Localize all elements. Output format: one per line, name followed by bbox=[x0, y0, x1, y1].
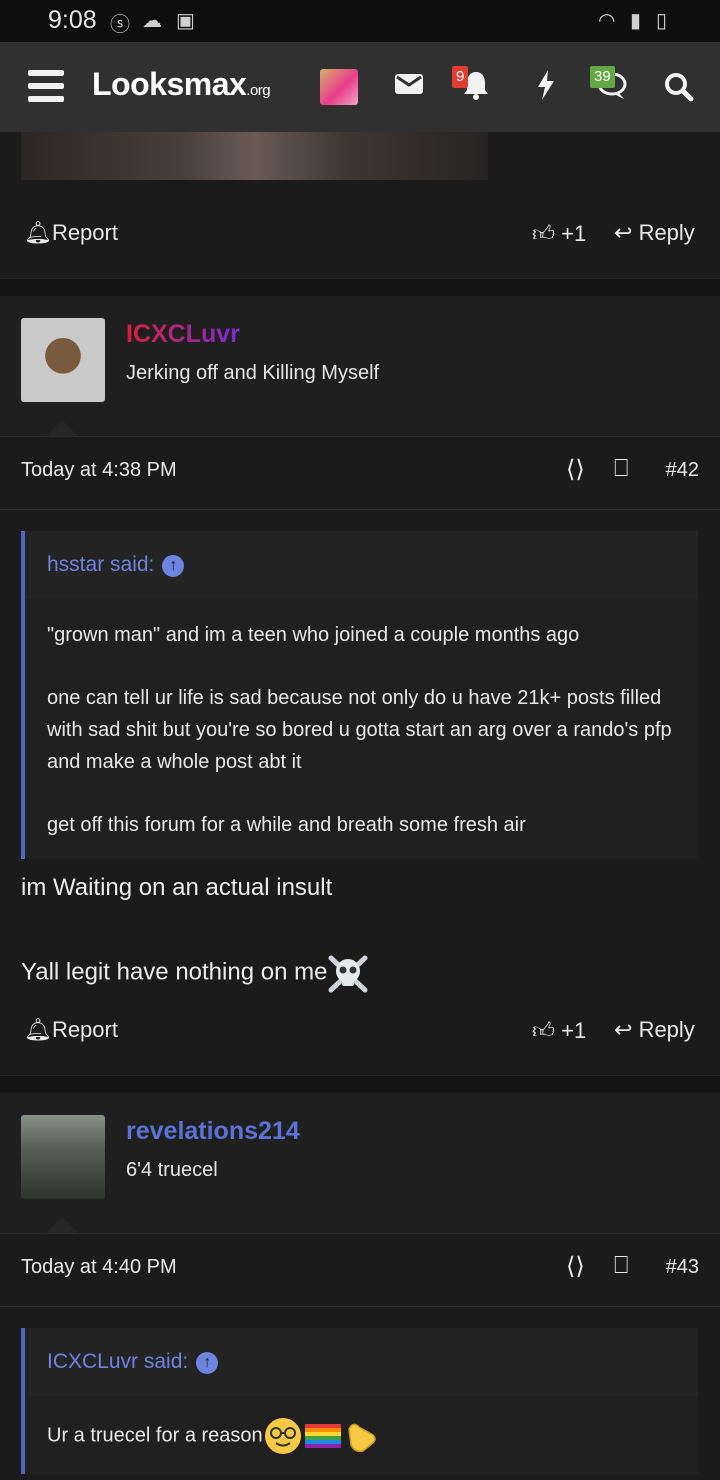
reply-button[interactable]: ↩ Reply bbox=[614, 220, 695, 246]
like-button[interactable]: 👍︎ +1 bbox=[532, 1017, 586, 1044]
alerts-badge: 9 bbox=[452, 66, 469, 88]
quote-paragraph: get off this forum for a while and breat… bbox=[47, 814, 526, 836]
envelope-icon[interactable] bbox=[394, 72, 424, 96]
user-notch bbox=[46, 420, 78, 436]
quote-paragraph-with-emoji: Ur a truecel for a reason bbox=[47, 1416, 676, 1456]
thumbs-up-icon: 👍︎ bbox=[532, 1018, 555, 1043]
post-number[interactable]: #42 bbox=[666, 459, 699, 482]
status-time: 9:08 bbox=[48, 6, 97, 34]
site-logo[interactable]: Looksmax.org bbox=[92, 66, 271, 103]
share-icon[interactable]: ⟨⟩ bbox=[566, 455, 585, 484]
search-icon[interactable] bbox=[664, 72, 694, 102]
account-avatar[interactable] bbox=[320, 69, 358, 105]
report-button[interactable]: 🔔︎Report bbox=[24, 1017, 118, 1043]
bookmark-icon[interactable]: ⎕ bbox=[614, 1252, 628, 1280]
hamburger-icon[interactable] bbox=[28, 70, 64, 102]
post-separator bbox=[0, 278, 720, 296]
weather-icon: ☁ bbox=[142, 10, 162, 32]
post-meta: Today at 4:38 PM ⟨⟩ ⎕ #42 bbox=[0, 436, 720, 510]
data-saver-icon: ⓢ bbox=[110, 14, 130, 36]
jump-up-icon[interactable]: ↑ bbox=[162, 555, 185, 577]
username[interactable]: ICXCLuvr bbox=[126, 320, 240, 349]
quote-header: hsstar said: ↑ bbox=[25, 531, 698, 599]
signal-icon: ▮ bbox=[630, 10, 642, 32]
gallery-icon: ▣ bbox=[176, 10, 195, 32]
post-image[interactable] bbox=[21, 132, 488, 180]
conversations-badge: 39 bbox=[590, 66, 615, 88]
wifi-icon: ◠ bbox=[598, 10, 616, 32]
quote-paragraph: one can tell ur life is sad because not … bbox=[47, 687, 672, 773]
post-actions: 🔔︎Report 👍︎ +1 ↩ Reply bbox=[0, 220, 720, 260]
share-icon[interactable]: ⟨⟩ bbox=[566, 1252, 585, 1281]
post-number[interactable]: #43 bbox=[666, 1256, 699, 1279]
user-title: 6'4 truecel bbox=[126, 1159, 218, 1181]
post-user-block: ICXCLuvr Jerking off and Killing Myself bbox=[0, 296, 720, 436]
quote-paragraph: "grown man" and im a teen who joined a c… bbox=[47, 624, 580, 646]
quote-block: hsstar said: ↑ "grown man" and im a teen … bbox=[21, 531, 698, 859]
post-date[interactable]: Today at 4:38 PM bbox=[21, 459, 177, 482]
skull-emoji bbox=[328, 955, 368, 993]
report-button[interactable]: 🔔︎Report bbox=[24, 220, 118, 246]
bookmark-icon[interactable]: ⎕ bbox=[614, 455, 628, 483]
message-line-with-emoji: Yall legit have nothing on me bbox=[21, 952, 369, 994]
quote-block: ICXCLuvr said: ↑ Ur a truecel for a reaso… bbox=[21, 1328, 698, 1474]
quote-body: "grown man" and im a teen who joined a c… bbox=[25, 599, 698, 859]
reply-icon: ↩ bbox=[614, 220, 633, 245]
reply-icon: ↩ bbox=[614, 1017, 633, 1042]
username[interactable]: revelations214 bbox=[126, 1117, 300, 1146]
post-separator bbox=[0, 1075, 720, 1093]
thumbs-up-icon: 👍︎ bbox=[532, 221, 555, 246]
user-title: Jerking off and Killing Myself bbox=[126, 362, 380, 384]
bell-icon: 🔔︎ bbox=[24, 220, 52, 245]
jump-up-icon[interactable]: ↑ bbox=[196, 1352, 219, 1374]
quote-body: Ur a truecel for a reason bbox=[25, 1396, 698, 1474]
message-line: im Waiting on an actual insult bbox=[21, 874, 333, 901]
quote-author[interactable]: hsstar said: ↑ bbox=[47, 553, 185, 577]
post-user-block: revelations214 6'4 truecel bbox=[0, 1093, 720, 1233]
quote-author[interactable]: ICXCLuvr said: ↑ bbox=[47, 1350, 219, 1374]
pointing-hand-emoji bbox=[347, 1423, 376, 1453]
post-meta: Today at 4:40 PM ⟨⟩ ⎕ #43 bbox=[0, 1233, 720, 1307]
battery-icon: ▯ bbox=[656, 10, 668, 32]
avatar[interactable] bbox=[21, 318, 105, 402]
bolt-icon[interactable] bbox=[536, 70, 556, 100]
rainbow-flag-emoji bbox=[304, 1424, 341, 1448]
reply-button[interactable]: ↩ Reply bbox=[614, 1017, 695, 1043]
post-date[interactable]: Today at 4:40 PM bbox=[21, 1256, 177, 1279]
status-bar: 9:08 ⓢ ☁ ▣ ◠ ▮ ▯ bbox=[0, 0, 720, 42]
avatar[interactable] bbox=[21, 1115, 105, 1199]
bell-icon: 🔔︎ bbox=[24, 1017, 52, 1042]
nerd-emoji bbox=[264, 1418, 301, 1454]
quote-header: ICXCLuvr said: ↑ bbox=[25, 1328, 698, 1396]
app-header: Looksmax.org 9 39 bbox=[0, 42, 720, 132]
like-button[interactable]: 👍︎ +1 bbox=[532, 220, 586, 247]
post-actions: 🔔︎Report 👍︎ +1 ↩ Reply bbox=[0, 1017, 720, 1057]
user-notch bbox=[46, 1217, 78, 1233]
